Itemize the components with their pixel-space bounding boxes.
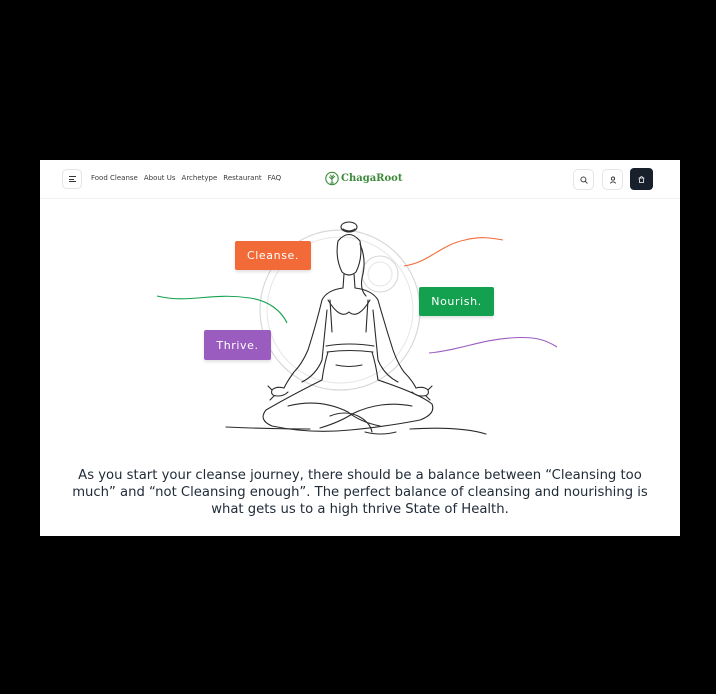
thrive-tag: Thrive. [204,330,271,360]
intro-paragraph: As you start your cleanse journey, there… [72,468,648,518]
user-icon [609,176,616,184]
thrive-tag-label: Thrive. [216,338,259,352]
main-nav: Food Cleanse About Us Archetype Restaura… [91,174,281,182]
nav-link-archetype[interactable]: Archetype [182,174,218,182]
nav-link-about-us[interactable]: About Us [144,174,176,182]
nourish-tag-label: Nourish. [431,295,482,308]
page-screen: Food Cleanse About Us Archetype Restaura… [40,160,680,536]
account-button[interactable] [602,169,623,190]
hamburger-menu-icon [68,176,76,182]
nav-link-restaurant[interactable]: Restaurant [223,174,261,182]
brand-name: ChagaRoot [341,173,403,184]
search-button[interactable] [573,169,594,190]
brand-logo[interactable]: ChagaRoot [325,171,402,186]
meditating-woman-illustration [156,221,558,435]
cleanse-tag-label: Cleanse. [246,249,299,262]
cleanse-tag: Cleanse. [235,241,311,270]
top-navigation-bar: Food Cleanse About Us Archetype Restaura… [40,160,680,199]
nav-link-faq[interactable]: FAQ [268,174,282,182]
tree-logo-icon [325,171,339,186]
cart-button[interactable] [630,168,653,190]
menu-button[interactable] [62,169,82,189]
hero-illustration: Cleanse. Nourish. Thrive. [40,200,680,450]
cart-icon [638,175,645,183]
nav-link-food-cleanse[interactable]: Food Cleanse [91,174,138,182]
search-icon [579,175,588,184]
nourish-tag: Nourish. [419,287,494,316]
